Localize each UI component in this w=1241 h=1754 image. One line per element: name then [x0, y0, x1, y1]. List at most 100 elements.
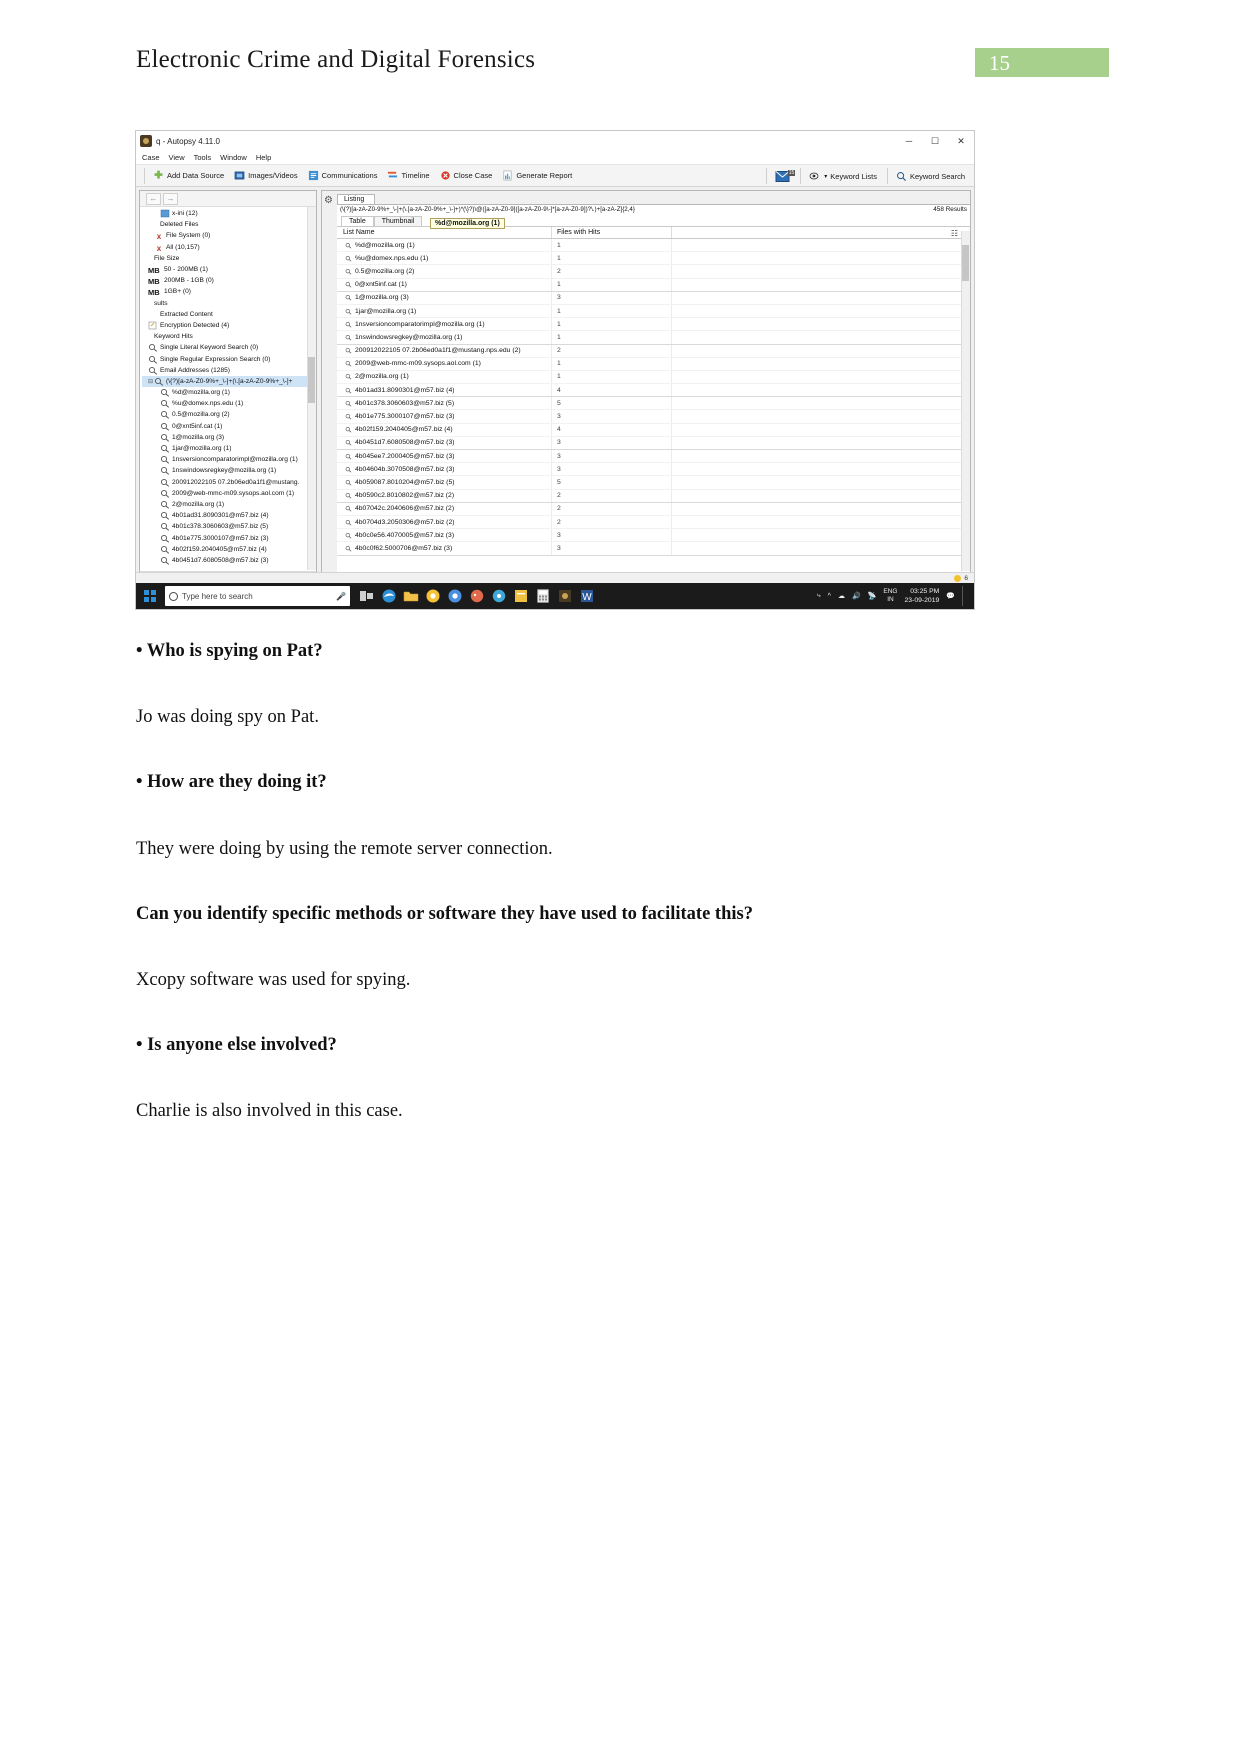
table-row[interactable]: 0.5@mozilla.org (2) 2 [337, 265, 970, 279]
mail-notification-button[interactable]: 15 [772, 169, 796, 183]
tree-item[interactable]: x All (10,157) [142, 242, 316, 253]
paint-icon[interactable] [469, 588, 485, 604]
table-row[interactable]: 1jar@mozilla.org (1) 1 [337, 304, 970, 319]
word-icon[interactable]: W [579, 588, 595, 604]
tree-item[interactable]: MB 200MB - 1GB (0) [142, 275, 316, 286]
show-desktop-button[interactable] [962, 586, 970, 606]
table-row[interactable]: 4b01e775.3000107@m57.biz (3) 3 [337, 410, 970, 424]
table-row[interactable]: 4b04604b.3070508@m57.biz (3) 3 [337, 463, 970, 477]
show-hidden-icons-chevron[interactable]: ^ [828, 593, 831, 600]
tree-item[interactable]: sults [142, 298, 316, 309]
minimize-button[interactable]: ─ [896, 131, 922, 151]
tree-item[interactable]: %d@mozilla.org (1) [142, 387, 316, 398]
images-videos-button[interactable]: Images/Videos [231, 169, 302, 182]
tree-item[interactable]: 1nswindowsregkey@mozilla.org (1) [142, 465, 316, 476]
menu-case[interactable]: Case [142, 153, 160, 162]
tree-item[interactable]: 200912022105 07.2b06ed0a1f1@mustang. [142, 477, 316, 488]
tree-item[interactable]: ⊟ (\{?)[a-zA-Z0-9%+_\-]+(\.[a-zA-Z0-9%+_\… [142, 375, 316, 387]
table-row[interactable]: 4b045ee7.2000405@m57.biz (3) 3 [337, 450, 970, 464]
tree-item[interactable]: Single Literal Keyword Search (0) [142, 342, 316, 353]
tree-item[interactable]: File Size [142, 253, 316, 264]
add-data-source-button[interactable]: Add Data Source [150, 169, 229, 182]
tree-item[interactable]: Email Addresses (1285) [142, 365, 316, 376]
menu-view[interactable]: View [169, 153, 185, 162]
tree-item[interactable]: 0@xnt5inf.cat (1) [142, 421, 316, 432]
table-row[interactable]: 0@xnt5inf.cat (1) 1 [337, 278, 970, 292]
menu-window[interactable]: Window [220, 153, 247, 162]
tree-item[interactable]: x File System (0) [142, 230, 316, 241]
tree-item[interactable]: 0.5@mozilla.org (2) [142, 409, 316, 420]
communications-button[interactable]: Communications [305, 169, 383, 182]
edge-icon[interactable] [381, 588, 397, 604]
tree-item[interactable]: 1nsversioncomparatorimpl@mozilla.org (1) [142, 454, 316, 465]
chrome-canary-icon[interactable] [425, 588, 441, 604]
table-row[interactable]: %d@mozilla.org (1) 1 [337, 239, 970, 253]
microphone-icon[interactable]: 🎤 [336, 592, 346, 601]
table-row[interactable]: 4b01ad31.8090301@m57.biz (4) 4 [337, 384, 970, 398]
keyword-lists-button[interactable]: ▾ Keyword Lists [806, 171, 882, 182]
tree-item[interactable]: Deleted Files [142, 219, 316, 230]
onedrive-icon[interactable]: ☁ [838, 592, 845, 600]
close-case-button[interactable]: Close Case [437, 169, 498, 182]
tree-item[interactable]: Keyword Hits [142, 331, 316, 342]
settings-app-icon[interactable] [491, 588, 507, 604]
autopsy-taskbar-icon[interactable] [557, 588, 573, 604]
scrollbar-thumb[interactable] [308, 357, 315, 403]
notification-center-icon[interactable]: 💬 [946, 592, 955, 600]
tree-item[interactable]: 4b0451d7.6080508@m57.biz (3) [142, 555, 316, 566]
tab-thumbnail[interactable]: Thumbnail [373, 216, 423, 226]
column-header-files-with-hits[interactable]: Files with Hits [552, 227, 672, 238]
notes-icon[interactable] [513, 588, 529, 604]
task-view-icon[interactable] [359, 588, 375, 604]
tab-listing[interactable]: Listing [337, 194, 376, 204]
table-row[interactable]: 1nswindowsregkey@mozilla.org (1) 1 [337, 331, 970, 345]
start-button[interactable] [138, 584, 162, 608]
network-icon[interactable]: 📡 [868, 592, 877, 600]
timeline-button[interactable]: Timeline [384, 169, 434, 182]
table-row[interactable]: 4b0451d7.6080508@m57.biz (3) 3 [337, 436, 970, 450]
table-row[interactable]: 2@mozilla.org (1) 1 [337, 370, 970, 385]
table-row[interactable]: 4b0c0e56.4070005@m57.biz (3) 3 [337, 529, 970, 543]
table-row[interactable]: 4b059087.8010204@m57.biz (5) 5 [337, 476, 970, 490]
results-vertical-scrollbar[interactable] [961, 231, 970, 571]
tree-item[interactable]: Extracted Content [142, 309, 316, 320]
chrome-icon[interactable] [447, 588, 463, 604]
tree-forward-button[interactable]: → [163, 192, 178, 205]
table-row[interactable]: %u@domex.nps.edu (1) 1 [337, 252, 970, 266]
menu-help[interactable]: Help [256, 153, 271, 162]
column-settings-icon[interactable]: ☷ [951, 229, 958, 238]
scrollbar-thumb[interactable] [962, 245, 969, 281]
generate-report-button[interactable]: Generate Report [499, 169, 577, 182]
tree-item[interactable]: 1@mozilla.org (3) [142, 432, 316, 443]
volume-icon[interactable]: 🔊 [852, 592, 861, 600]
taskbar-search-input[interactable]: Type here to search 🎤 [165, 586, 350, 606]
tree-item[interactable]: %u@domex.nps.edu (1) [142, 398, 316, 409]
gear-icon[interactable]: ⚙ [324, 195, 333, 206]
clock[interactable]: 03:25 PM 23-09-2019 [905, 587, 940, 605]
tree-item[interactable]: Encryption Detected (4) [142, 320, 316, 331]
keyword-search-button[interactable]: Keyword Search [893, 170, 970, 183]
calculator-icon[interactable] [535, 588, 551, 604]
notification-icon[interactable] [954, 574, 962, 582]
tree-item[interactable]: MB 50 - 200MB (1) [142, 264, 316, 275]
language-indicator[interactable]: ENG IN [883, 588, 897, 604]
tree-item[interactable]: 1jar@mozilla.org (1) [142, 443, 316, 454]
tree-item[interactable]: x-ini (12) [142, 208, 316, 219]
table-row[interactable]: 200912022105 07.2b06ed0a1f1@mustang.nps.… [337, 344, 970, 358]
tree-item[interactable]: MB 1GB+ (0) [142, 286, 316, 297]
tree-item[interactable]: 4b02f159.2040405@m57.biz (4) [142, 544, 316, 555]
file-explorer-icon[interactable] [403, 588, 419, 604]
menu-tools[interactable]: Tools [194, 153, 212, 162]
tree-item[interactable]: Single Regular Expression Search (0) [142, 353, 316, 364]
tree-expander-icon[interactable]: ⊟ [148, 378, 153, 385]
table-row[interactable]: 1@mozilla.org (3) 3 [337, 291, 970, 305]
table-row[interactable]: 4b0704d3.2050306@m57.biz (2) 2 [337, 515, 970, 530]
maximize-button[interactable]: ☐ [922, 131, 948, 151]
tree-back-button[interactable]: ← [146, 192, 161, 205]
table-row[interactable]: 4b0c0f62.5000706@m57.biz (3) 3 [337, 542, 970, 556]
tree-vertical-scrollbar[interactable] [307, 207, 316, 570]
table-row[interactable]: 4b07042c.2040606@m57.biz (2) 2 [337, 502, 970, 516]
table-row[interactable]: 1nsversioncomparatorimpl@mozilla.org (1)… [337, 318, 970, 332]
table-row[interactable]: 4b02f159.2040405@m57.biz (4) 4 [337, 423, 970, 437]
table-row[interactable]: 4b01c378.3060603@m57.biz (5) 5 [337, 397, 970, 411]
